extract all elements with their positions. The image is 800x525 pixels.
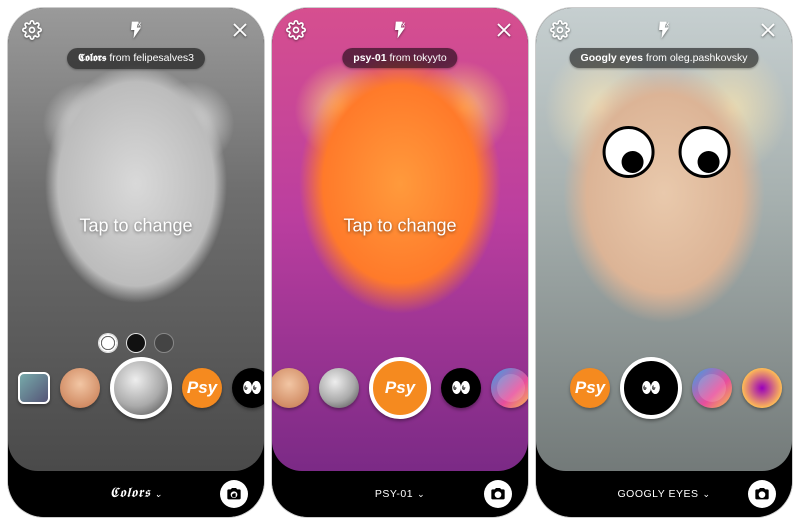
close-icon[interactable] — [758, 20, 778, 40]
googly-eyes-overlay — [603, 126, 731, 178]
filter-attribution-pill[interactable]: Googly eyes from oleg.pashkovsky — [570, 48, 759, 68]
top-bar: x — [550, 20, 778, 40]
story-camera-screen-psy: x psy-01 from tokyyto Tap to change Psy … — [272, 8, 528, 517]
close-icon[interactable] — [230, 20, 250, 40]
effect-thumb[interactable]: Psy — [570, 368, 610, 408]
effect-carousel[interactable]: Psy — [536, 353, 792, 423]
story-camera-screen-googly: x Googly eyes from oleg.pashkovsky Psy G… — [536, 8, 792, 517]
filter-attribution-pill[interactable]: psy-01 from tokyyto — [342, 48, 457, 68]
top-bar: x — [22, 20, 250, 40]
effect-thumb[interactable] — [272, 368, 309, 408]
variant-dot[interactable] — [126, 333, 146, 353]
top-bar: x — [286, 20, 514, 40]
filter-author: oleg.pashkovsky — [670, 52, 748, 64]
camera-preview[interactable]: x Googly eyes from oleg.pashkovsky Psy — [536, 8, 792, 471]
variant-dot[interactable] — [154, 333, 174, 353]
bottom-bar: PSY-01 ⌄ — [272, 471, 528, 517]
effect-thumb[interactable] — [491, 368, 528, 408]
settings-icon[interactable] — [286, 20, 306, 40]
capture-button[interactable] — [110, 357, 172, 419]
filter-variant-row — [98, 333, 174, 353]
filter-attribution-pill[interactable]: 𝕮𝖔𝖑𝖔𝖗𝖘 from felipesalves3 — [67, 48, 205, 69]
filter-name: 𝕮𝖔𝖑𝖔𝖗𝖘 — [78, 52, 106, 64]
switch-camera-icon[interactable] — [748, 480, 776, 508]
effect-carousel[interactable]: Psy — [8, 353, 264, 423]
capture-button[interactable] — [620, 357, 682, 419]
current-effect-label[interactable]: PSY-01 ⌄ — [375, 488, 425, 500]
tap-to-change-hint[interactable]: Tap to change — [79, 215, 192, 236]
tap-to-change-hint[interactable]: Tap to change — [343, 215, 456, 236]
flash-off-icon[interactable]: x — [390, 20, 410, 40]
effect-thumb[interactable] — [319, 368, 359, 408]
svg-text:x: x — [666, 20, 670, 29]
svg-text:x: x — [402, 20, 406, 29]
bottom-bar: 𝕮𝖔𝖑𝖔𝖗𝖘 ⌄ — [8, 471, 264, 517]
chevron-down-icon: ⌄ — [417, 489, 425, 500]
camera-preview[interactable]: x psy-01 from tokyyto Tap to change Psy — [272, 8, 528, 471]
filter-author: tokyyto — [413, 52, 446, 64]
settings-icon[interactable] — [550, 20, 570, 40]
svg-text:x: x — [138, 20, 142, 29]
current-effect-label[interactable]: GOOGLY EYES ⌄ — [617, 488, 710, 500]
from-word: from — [390, 52, 411, 64]
effect-label-text: PSY-01 — [375, 488, 413, 500]
current-effect-label[interactable]: 𝕮𝖔𝖑𝖔𝖗𝖘 ⌄ — [109, 486, 162, 502]
chevron-down-icon: ⌄ — [154, 489, 162, 500]
chevron-down-icon: ⌄ — [702, 489, 710, 500]
story-camera-screen-colors: x 𝕮𝖔𝖑𝖔𝖗𝖘 from felipesalves3 Tap to chang… — [8, 8, 264, 517]
filter-name: Googly eyes — [581, 52, 643, 64]
effect-label-text: GOOGLY EYES — [617, 488, 698, 500]
effect-thumb[interactable]: Psy — [182, 368, 222, 408]
gallery-picker-icon[interactable] — [18, 372, 50, 404]
camera-preview[interactable]: x 𝕮𝖔𝖑𝖔𝖗𝖘 from felipesalves3 Tap to chang… — [8, 8, 264, 471]
effect-carousel[interactable]: Psy — [272, 353, 528, 423]
flash-off-icon[interactable]: x — [654, 20, 674, 40]
switch-camera-icon[interactable] — [220, 480, 248, 508]
effect-thumb[interactable] — [232, 368, 264, 408]
effect-label-text: 𝕮𝖔𝖑𝖔𝖗𝖘 — [109, 486, 150, 502]
effect-thumb[interactable] — [742, 368, 782, 408]
effect-thumb[interactable] — [692, 368, 732, 408]
from-word: from — [646, 52, 667, 64]
settings-icon[interactable] — [22, 20, 42, 40]
close-icon[interactable] — [494, 20, 514, 40]
filter-name: psy-01 — [353, 52, 386, 64]
switch-camera-icon[interactable] — [484, 480, 512, 508]
capture-button[interactable]: Psy — [369, 357, 431, 419]
flash-off-icon[interactable]: x — [126, 20, 146, 40]
variant-dot[interactable] — [98, 333, 118, 353]
from-word: from — [109, 52, 130, 64]
effect-thumb[interactable] — [60, 368, 100, 408]
effect-thumb[interactable] — [441, 368, 481, 408]
filter-author: felipesalves3 — [133, 52, 194, 64]
bottom-bar: GOOGLY EYES ⌄ — [536, 471, 792, 517]
